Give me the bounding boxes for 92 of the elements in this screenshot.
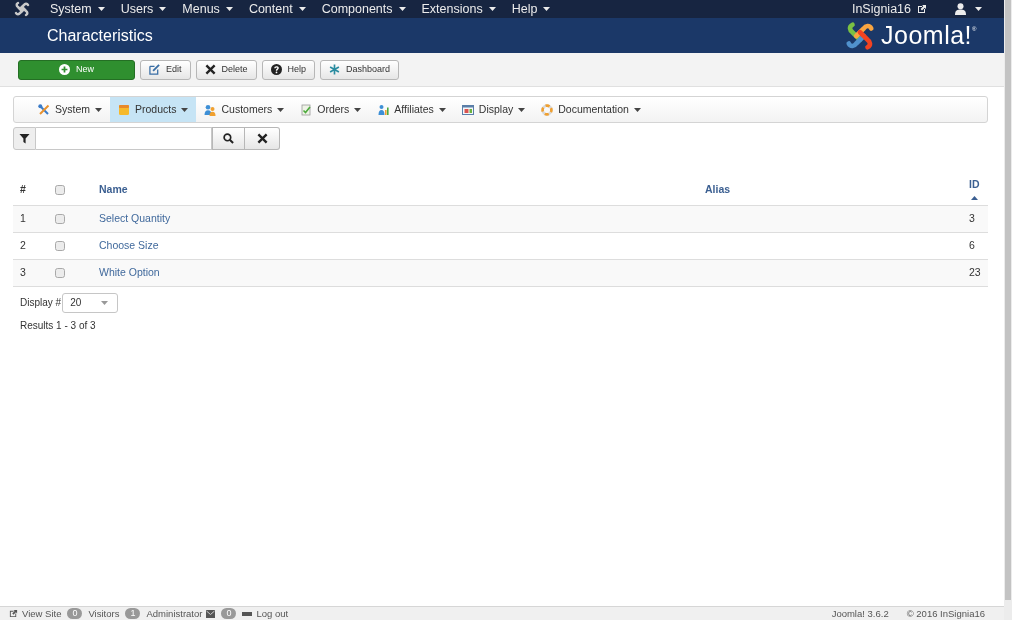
caret-icon: [354, 107, 362, 112]
submenu-item[interactable]: Customers: [196, 97, 293, 122]
item-name-link[interactable]: White Option: [99, 265, 160, 278]
user-icon: [955, 3, 966, 15]
count-badge: 1: [125, 608, 141, 619]
column-header[interactable]: Alias: [705, 181, 731, 198]
search-button[interactable]: [212, 127, 245, 150]
toolbar-button[interactable]: Edit: [140, 59, 191, 80]
caret-icon: [298, 7, 306, 11]
caret-icon: [398, 7, 406, 11]
toolbar-button[interactable]: Delete: [195, 59, 257, 80]
caret-icon: [543, 7, 551, 11]
row-number: 3: [20, 265, 26, 278]
submenu-item[interactable]: Display: [453, 97, 534, 122]
row-number: 2: [20, 238, 26, 251]
limit-select[interactable]: 20: [62, 292, 119, 313]
external-link-icon: [917, 4, 927, 14]
document-icon: [300, 103, 313, 116]
logout-link[interactable]: Log out: [256, 608, 289, 619]
scrollbar-thumb[interactable]: [1005, 0, 1011, 600]
caret-icon: [225, 7, 233, 11]
page-title: Characteristics: [47, 27, 153, 44]
logo-text: Joomla!$^{®}$: [881, 23, 977, 48]
row-number: 1: [20, 211, 26, 224]
people-icon: [204, 103, 217, 116]
clear-button[interactable]: [245, 127, 280, 150]
counter-label: Administrator: [146, 608, 203, 619]
count-badge: 0: [67, 608, 83, 619]
caret-icon: [101, 300, 109, 305]
view-site-link[interactable]: View Site: [22, 608, 62, 619]
item-id: 23: [969, 265, 981, 278]
caret-icon: [277, 107, 285, 112]
column-header: #: [20, 182, 26, 195]
submenu-item[interactable]: Documentation: [533, 97, 649, 122]
count-badge: 0: [221, 608, 237, 619]
column-header[interactable]: ID: [969, 176, 980, 200]
tools-icon: [38, 103, 50, 116]
caret-icon: [181, 107, 189, 112]
row-checkbox[interactable]: [55, 267, 65, 278]
menu-item[interactable]: Menus: [174, 2, 241, 16]
people-chart-icon: [377, 103, 390, 116]
item-id: 3: [969, 211, 975, 224]
toolbar-button[interactable]: New: [18, 59, 135, 80]
item-name-link[interactable]: Choose Size: [99, 238, 159, 251]
asterisk-icon: [329, 64, 341, 75]
search-icon: [223, 133, 234, 144]
display-label: Display #: [20, 296, 62, 310]
search-field[interactable]: [36, 127, 212, 150]
caret-icon: [488, 7, 496, 11]
lifebuoy-icon: [541, 103, 554, 116]
caret-icon: [438, 107, 446, 112]
counter-label: Visitors: [88, 608, 120, 619]
toolbar-button[interactable]: Dashboard: [320, 59, 400, 80]
minus-icon: [242, 611, 253, 616]
logo-icon: [14, 1, 30, 17]
copyright-text: © 2016 InSignia16: [906, 608, 985, 619]
box-icon: [118, 103, 130, 116]
submenu-item[interactable]: Affiliates: [369, 97, 454, 122]
site-link[interactable]: InSignia16: [851, 2, 927, 16]
item-name-link[interactable]: Select Quantity: [99, 211, 171, 224]
results-text: Results 1 - 3 of 3: [20, 318, 96, 333]
caret-icon: [975, 7, 982, 11]
window-icon: [461, 103, 474, 116]
filter-button[interactable]: [13, 127, 36, 150]
help-icon: [270, 64, 282, 75]
row-checkbox[interactable]: [55, 213, 65, 224]
menu-item[interactable]: Help: [503, 2, 559, 16]
caret-icon: [518, 107, 526, 112]
item-id: 6: [969, 238, 975, 251]
menu-item[interactable]: System: [42, 2, 113, 16]
caret-icon: [159, 7, 167, 11]
toolbar-button[interactable]: Help: [261, 59, 316, 80]
filter-icon: [19, 133, 30, 144]
submenu-item[interactable]: Orders: [292, 97, 370, 122]
external-link-icon: [9, 609, 18, 618]
menu-item[interactable]: Components: [313, 2, 414, 16]
select-all-checkbox[interactable]: [55, 184, 65, 195]
caret-icon: [97, 7, 105, 11]
row-checkbox[interactable]: [55, 240, 65, 251]
caret-icon: [95, 107, 102, 112]
cross-icon: [204, 64, 216, 75]
plus-circle-icon: [59, 64, 70, 75]
submenu-item[interactable]: System: [30, 97, 110, 122]
caret-icon: [633, 107, 641, 112]
menu-item[interactable]: Content: [240, 2, 314, 16]
menu-item[interactable]: Extensions: [413, 2, 504, 16]
column-header[interactable]: Name: [99, 181, 128, 198]
submenu-item[interactable]: Products: [110, 97, 197, 122]
close-icon: [256, 133, 268, 144]
edit-icon: [149, 64, 160, 75]
menu-item[interactable]: Users: [112, 2, 175, 16]
version-text: Joomla! 3.6.2: [831, 608, 889, 619]
